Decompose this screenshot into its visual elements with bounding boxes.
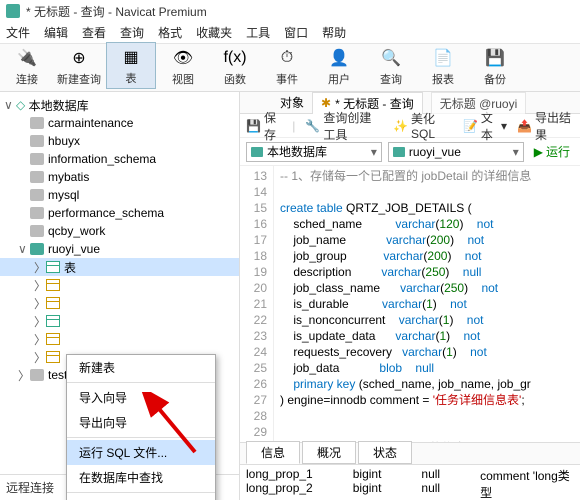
context-menu-item[interactable]: 在数据库中查找: [67, 465, 215, 490]
user-button[interactable]: 👤用户: [314, 44, 364, 89]
menu-item[interactable]: 查询: [120, 24, 144, 41]
event-icon: ⏱: [275, 46, 299, 70]
tree-db[interactable]: mysql: [0, 186, 239, 204]
tree-node[interactable]: 〉: [0, 294, 239, 312]
main-toolbar: 🔌连接⊕新建查询▦表👁视图f(x)函数⏱事件👤用户🔍查询📄报表💾备份: [0, 44, 580, 92]
schema-selector[interactable]: ruoyi_vue▾: [388, 142, 524, 162]
report-icon: 📄: [431, 46, 455, 70]
result-tab[interactable]: 状态: [358, 441, 412, 464]
code-text[interactable]: -- 1、存储每一个已配置的 jobDetail 的详细信息 create ta…: [274, 166, 580, 442]
context-menu: 新建表导入向导导出向导运行 SQL 文件...在数据库中查找新建组粘贴刷新: [66, 354, 216, 500]
table-icon: ▦: [119, 45, 143, 69]
tree-db[interactable]: mybatis: [0, 168, 239, 186]
tree-db[interactable]: information_schema: [0, 150, 239, 168]
menu-item[interactable]: 帮助: [322, 24, 346, 41]
function-icon: f(x): [223, 46, 247, 70]
editor-pane: 对象 ✱* 无标题 - 查询 无标题 @ruoyi 💾 保存 | 🔧 查询创建工…: [240, 92, 580, 500]
context-menu-item[interactable]: 导入向导: [67, 385, 215, 410]
user-icon: 👤: [327, 46, 351, 70]
selector-bar: 本地数据库▾ ruoyi_vue▾ ▶ 运行: [240, 138, 580, 166]
report-button[interactable]: 📄报表: [418, 44, 468, 89]
line-gutter: 13141516171819202122232425262728293031: [240, 166, 274, 442]
beautify-button[interactable]: ✨ 美化 SQL: [393, 110, 453, 141]
table-button[interactable]: ▦表: [106, 42, 156, 89]
context-menu-item[interactable]: 运行 SQL 文件...: [67, 440, 215, 465]
menu-bar: 文件编辑查看查询格式收藏夹工具窗口帮助: [0, 22, 580, 44]
window-title: * 无标题 - 查询 - Navicat Premium: [26, 3, 207, 20]
new-query-button[interactable]: ⊕新建查询: [54, 44, 104, 89]
new-query-icon: ⊕: [67, 46, 91, 70]
sidebar: ∨◇ 本地数据库 carmaintenancehbuyxinformation_…: [0, 92, 240, 500]
tree-root[interactable]: ∨◇ 本地数据库: [0, 96, 239, 114]
code-editor[interactable]: 13141516171819202122232425262728293031 -…: [240, 166, 580, 442]
tree-tables[interactable]: 〉表: [0, 258, 239, 276]
context-menu-item[interactable]: 新建组: [67, 495, 215, 500]
event-button[interactable]: ⏱事件: [262, 44, 312, 89]
tree-node[interactable]: 〉: [0, 330, 239, 348]
menu-item[interactable]: 工具: [246, 24, 270, 41]
menu-item[interactable]: 查看: [82, 24, 106, 41]
menu-item[interactable]: 收藏夹: [196, 24, 232, 41]
menu-item[interactable]: 编辑: [44, 24, 68, 41]
tree-node[interactable]: 〉: [0, 312, 239, 330]
connect-icon: 🔌: [15, 46, 39, 70]
menu-item[interactable]: 文件: [6, 24, 30, 41]
tab-object[interactable]: 对象: [280, 94, 304, 111]
result-tab[interactable]: 概况: [302, 441, 356, 464]
result-grid: long_prop_1long_prop_2 bigintbigint null…: [240, 464, 580, 500]
run-button[interactable]: ▶ 运行: [530, 143, 574, 160]
tree-db[interactable]: carmaintenance: [0, 114, 239, 132]
menu-item[interactable]: 窗口: [284, 24, 308, 41]
backup-icon: 💾: [483, 46, 507, 70]
result-tab[interactable]: 信息: [246, 441, 300, 464]
connect-button[interactable]: 🔌连接: [2, 44, 52, 89]
result-tabs: 信息概况状态: [240, 442, 580, 464]
menu-item[interactable]: 格式: [158, 24, 182, 41]
context-menu-item[interactable]: 导出向导: [67, 410, 215, 435]
query-button[interactable]: 🔍查询: [366, 44, 416, 89]
tab-new-query[interactable]: 无标题 @ruoyi: [431, 92, 527, 114]
tree-node[interactable]: 〉: [0, 276, 239, 294]
context-menu-item[interactable]: 新建表: [67, 355, 215, 380]
tree-db[interactable]: performance_schema: [0, 204, 239, 222]
view-icon: 👁: [171, 46, 195, 70]
app-icon: [6, 4, 20, 18]
title-bar: * 无标题 - 查询 - Navicat Premium: [0, 0, 580, 22]
tree-db[interactable]: qcby_work: [0, 222, 239, 240]
db-selector[interactable]: 本地数据库▾: [246, 142, 382, 162]
tree-db[interactable]: hbuyx: [0, 132, 239, 150]
backup-button[interactable]: 💾备份: [470, 44, 520, 89]
view-button[interactable]: 👁视图: [158, 44, 208, 89]
query-icon: 🔍: [379, 46, 403, 70]
editor-toolbar: 💾 保存 | 🔧 查询创建工具 ✨ 美化 SQL 📝 文本 ▾ 📤 导出结果: [240, 114, 580, 138]
tree-db-expanded[interactable]: ∨ruoyi_vue: [0, 240, 239, 258]
function-button[interactable]: f(x)函数: [210, 44, 260, 89]
